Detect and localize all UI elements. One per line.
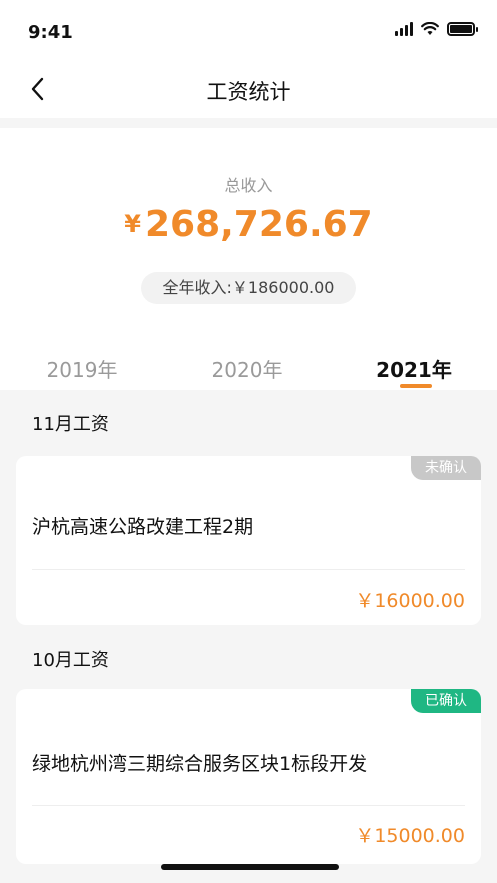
status-badge-confirmed: 已确认 [411, 689, 481, 713]
wifi-icon [421, 22, 439, 36]
total-income-amount: 268,726.67 [144, 204, 373, 245]
battery-icon [447, 22, 478, 36]
salary-card-november[interactable]: 未确认 沪杭高速公路改建工程2期 ￥16000.00 [16, 456, 481, 625]
cellular-signal-icon [395, 22, 413, 36]
tab-2021[interactable]: 2021年 [354, 354, 474, 383]
salary-amount: ￥16000.00 [355, 590, 465, 612]
status-badge-unconfirmed: 未确认 [411, 456, 481, 480]
currency-symbol: ¥ [124, 210, 141, 238]
total-income-label: 总收入 [224, 176, 273, 195]
year-income-pill: 全年收入:￥186000.00 [141, 272, 356, 304]
page-title: 工资统计 [206, 80, 291, 104]
salary-amount: ￥15000.00 [355, 825, 465, 847]
project-name: 沪杭高速公路改建工程2期 [32, 516, 254, 538]
tab-2020[interactable]: 2020年 [187, 354, 307, 383]
card-divider [32, 569, 465, 570]
navigation-bar: 工资统计 [0, 62, 497, 118]
year-tabs: 2019年 2020年 2021年 [0, 350, 497, 390]
home-indicator [161, 864, 339, 870]
tab-2019[interactable]: 2019年 [22, 354, 142, 383]
status-bar: 9:41 [0, 0, 497, 62]
salary-card-october[interactable]: 已确认 绿地杭州湾三期综合服务区块1标段开发 ￥15000.00 [16, 689, 481, 864]
month-title-october: 10月工资 [32, 650, 109, 671]
total-income-value: ¥268,726.67 [0, 204, 497, 245]
active-tab-indicator [400, 384, 432, 388]
month-title-november: 11月工资 [32, 414, 109, 435]
status-icons [395, 22, 478, 36]
status-time: 9:41 [28, 22, 73, 43]
card-divider [32, 805, 465, 806]
project-name: 绿地杭州湾三期综合服务区块1标段开发 [32, 753, 368, 775]
income-summary: 总收入 ¥268,726.67 全年收入:￥186000.00 2019年 20… [0, 128, 497, 390]
